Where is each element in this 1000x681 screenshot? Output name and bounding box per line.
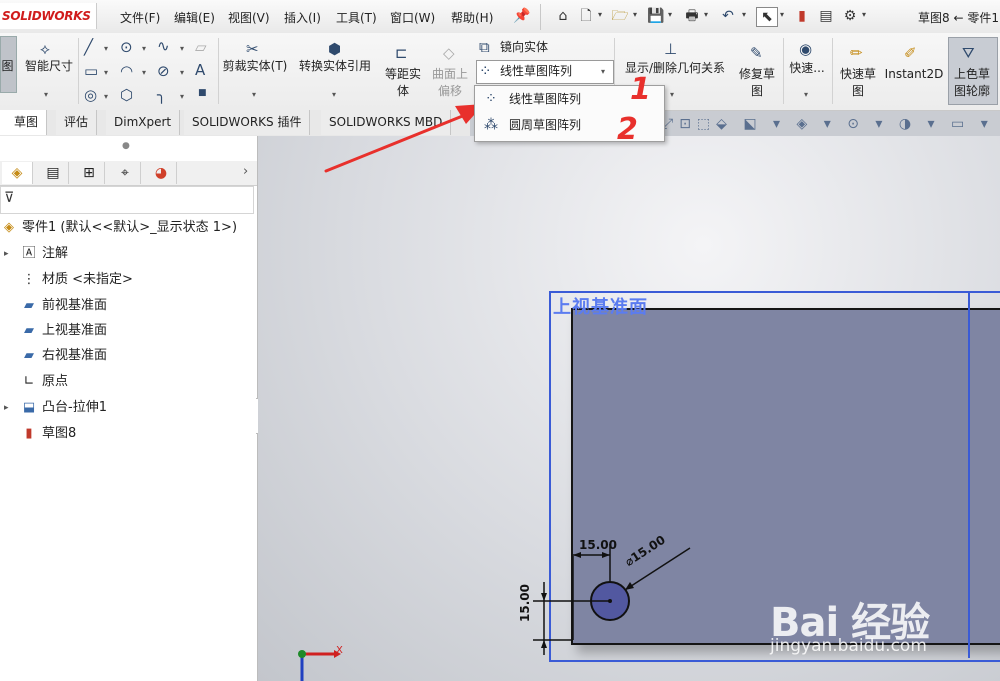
watermark-url: jingyan.baidu.com (770, 636, 927, 656)
arrowhead (541, 593, 547, 601)
dimension-vertical[interactable]: 15.00 (518, 584, 532, 622)
axis-x-label: X (336, 645, 343, 656)
annotation-number-1: 1 (630, 72, 651, 107)
arrowhead (602, 552, 610, 558)
circular-pattern-icon: ⁂ (484, 117, 498, 133)
y-axis-triad (298, 650, 306, 658)
annotation-arrow (324, 111, 472, 173)
arrowhead (573, 552, 581, 558)
dimension-horizontal[interactable]: 15.00 (579, 538, 617, 552)
arrowhead (625, 582, 634, 590)
annotation-number-2: 2 (617, 112, 638, 147)
linear-pattern-icon: ⁘ (485, 91, 497, 107)
arrowhead (541, 640, 547, 648)
